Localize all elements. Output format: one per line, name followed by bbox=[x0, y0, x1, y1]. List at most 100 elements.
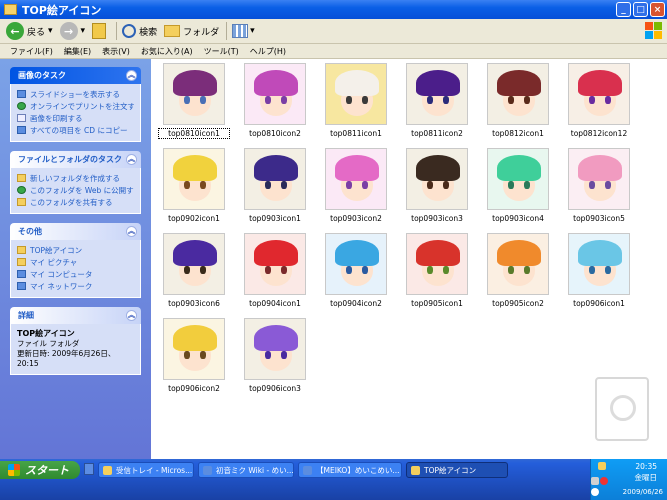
chevron-down-icon[interactable]: ▾ bbox=[81, 26, 86, 36]
task-copy-cd[interactable]: すべての項目を CD にコピー bbox=[17, 124, 134, 136]
task-share-folder[interactable]: このフォルダを共有する bbox=[17, 196, 134, 208]
file-item[interactable]: top0903icon4 bbox=[483, 148, 553, 223]
menu-file[interactable]: ファイル(F) bbox=[10, 46, 53, 57]
file-item[interactable]: top0906icon3 bbox=[240, 318, 310, 393]
image-thumbnail[interactable] bbox=[487, 63, 549, 125]
file-item[interactable]: top0906icon2 bbox=[159, 318, 229, 393]
file-item[interactable]: top0903icon3 bbox=[402, 148, 472, 223]
close-button[interactable]: × bbox=[650, 2, 665, 17]
clock-time[interactable]: 20:35 bbox=[635, 462, 657, 471]
minimize-button[interactable]: _ bbox=[616, 2, 631, 17]
taskbar-button-explorer[interactable]: TOP絵アイコン bbox=[406, 462, 508, 478]
task-order-prints[interactable]: オンラインでプリントを注文する bbox=[17, 100, 134, 112]
image-thumbnail[interactable] bbox=[325, 233, 387, 295]
menu-edit[interactable]: 編集(E) bbox=[64, 46, 91, 57]
menu-favorites[interactable]: お気に入り(A) bbox=[141, 46, 193, 57]
task-slideshow[interactable]: スライドショーを表示する bbox=[17, 88, 134, 100]
place-my-network[interactable]: マイ ネットワーク bbox=[17, 280, 134, 292]
task-new-folder[interactable]: 新しいフォルダを作成する bbox=[17, 172, 134, 184]
globe-icon bbox=[17, 186, 26, 194]
task-print[interactable]: 画像を印刷する bbox=[17, 112, 134, 124]
file-tasks-header[interactable]: ファイルとフォルダのタスク ︽ bbox=[10, 151, 141, 168]
file-name: top0903icon1 bbox=[249, 214, 301, 223]
file-item[interactable]: top0902icon1 bbox=[159, 148, 229, 223]
title-bar[interactable]: TOP絵アイコン _ □ × bbox=[0, 0, 667, 19]
file-item[interactable]: top0903icon1 bbox=[240, 148, 310, 223]
tray-security-icon[interactable] bbox=[600, 477, 608, 485]
tray-app-icon[interactable] bbox=[598, 462, 606, 470]
image-thumbnail[interactable] bbox=[325, 148, 387, 210]
taskbar-button-inbox[interactable]: 受信トレイ - Micros... bbox=[98, 462, 194, 478]
image-thumbnail[interactable] bbox=[325, 63, 387, 125]
menu-view[interactable]: 表示(V) bbox=[102, 46, 130, 57]
menu-bar: ファイル(F) 編集(E) 表示(V) お気に入り(A) ツール(T) ヘルプ(… bbox=[0, 44, 667, 59]
image-thumbnail[interactable] bbox=[568, 148, 630, 210]
start-button[interactable]: スタート bbox=[0, 461, 80, 479]
file-item[interactable]: top0811icon1 bbox=[321, 63, 391, 138]
file-item[interactable]: top0905icon1 bbox=[402, 233, 472, 308]
tray-clock-icon[interactable] bbox=[591, 488, 599, 496]
file-item[interactable]: top0810icon1 bbox=[158, 63, 230, 139]
details-header[interactable]: 詳細 ︽ bbox=[10, 307, 141, 324]
place-my-pictures[interactable]: マイ ピクチャ bbox=[17, 256, 134, 268]
menu-tools[interactable]: ツール(T) bbox=[204, 46, 239, 57]
image-thumbnail[interactable] bbox=[487, 233, 549, 295]
other-places-header[interactable]: その他 ︽ bbox=[10, 223, 141, 240]
file-item[interactable]: top0812icon1 bbox=[483, 63, 553, 138]
back-button[interactable]: ← 戻る ▾ bbox=[6, 22, 53, 40]
taskbar-button-wiki[interactable]: 初音ミク Wiki - めい... bbox=[198, 462, 294, 478]
file-item[interactable]: top0903icon2 bbox=[321, 148, 391, 223]
collapse-icon[interactable]: ︽ bbox=[126, 226, 137, 237]
up-button[interactable] bbox=[92, 23, 109, 39]
collapse-icon[interactable]: ︽ bbox=[126, 154, 137, 165]
image-thumbnail[interactable] bbox=[406, 63, 468, 125]
task-publish-web[interactable]: このフォルダを Web に公開する bbox=[17, 184, 134, 196]
file-item[interactable]: top0903icon5 bbox=[564, 148, 634, 223]
search-button[interactable]: 検索 bbox=[122, 24, 157, 38]
search-label: 検索 bbox=[139, 27, 158, 38]
file-item[interactable]: top0904icon1 bbox=[240, 233, 310, 308]
collapse-icon[interactable]: ︽ bbox=[126, 310, 137, 321]
file-item[interactable]: top0906icon1 bbox=[564, 233, 634, 308]
folders-button[interactable]: フォルダ bbox=[164, 25, 219, 38]
image-thumbnail[interactable] bbox=[568, 233, 630, 295]
folders-icon bbox=[164, 25, 181, 37]
place-my-computer[interactable]: マイ コンピュータ bbox=[17, 268, 134, 280]
quick-launch-icon[interactable] bbox=[84, 463, 94, 475]
maximize-button[interactable]: □ bbox=[633, 2, 648, 17]
image-thumbnail[interactable] bbox=[163, 318, 225, 380]
collapse-icon[interactable]: ︽ bbox=[126, 70, 137, 81]
forward-button[interactable]: → ▾ bbox=[59, 22, 86, 40]
toolbar-separator bbox=[226, 22, 228, 40]
file-item[interactable]: top0905icon2 bbox=[483, 233, 553, 308]
file-item[interactable]: top0904icon2 bbox=[321, 233, 391, 308]
chevron-down-icon[interactable]: ▾ bbox=[250, 26, 255, 36]
menu-help[interactable]: ヘルプ(H) bbox=[250, 46, 286, 57]
image-thumbnail[interactable] bbox=[163, 233, 225, 295]
file-view[interactable]: top0810icon1 top0810icon2 top0811icon1 top0… bbox=[151, 59, 667, 459]
file-item[interactable]: top0811icon2 bbox=[402, 63, 472, 138]
image-thumbnail[interactable] bbox=[244, 318, 306, 380]
image-thumbnail[interactable] bbox=[244, 63, 306, 125]
chevron-down-icon[interactable]: ▾ bbox=[48, 26, 53, 36]
image-thumbnail[interactable] bbox=[487, 148, 549, 210]
image-thumbnail[interactable] bbox=[244, 148, 306, 210]
file-item[interactable]: top0903icon6 bbox=[159, 233, 229, 308]
place-top-icons[interactable]: TOP絵アイコン bbox=[17, 244, 134, 256]
image-tasks-header[interactable]: 画像のタスク ︽ bbox=[10, 67, 141, 84]
file-name: top0904icon1 bbox=[249, 299, 301, 308]
image-thumbnail[interactable] bbox=[244, 233, 306, 295]
panel-title: 詳細 bbox=[18, 311, 34, 320]
file-name: top0811icon1 bbox=[330, 129, 382, 138]
tray-printer-icon[interactable] bbox=[591, 477, 599, 485]
file-name: top0903icon4 bbox=[492, 214, 544, 223]
views-button[interactable]: ▾ bbox=[232, 24, 255, 38]
image-thumbnail[interactable] bbox=[163, 148, 225, 210]
file-item[interactable]: top0810icon2 bbox=[240, 63, 310, 138]
image-thumbnail[interactable] bbox=[406, 233, 468, 295]
image-thumbnail[interactable] bbox=[406, 148, 468, 210]
file-item[interactable]: top0812icon12 bbox=[564, 63, 634, 138]
image-thumbnail[interactable] bbox=[163, 63, 225, 125]
image-thumbnail[interactable] bbox=[568, 63, 630, 125]
taskbar-button-meiko[interactable]: 【MEIKO】めいこめい... bbox=[298, 462, 402, 478]
